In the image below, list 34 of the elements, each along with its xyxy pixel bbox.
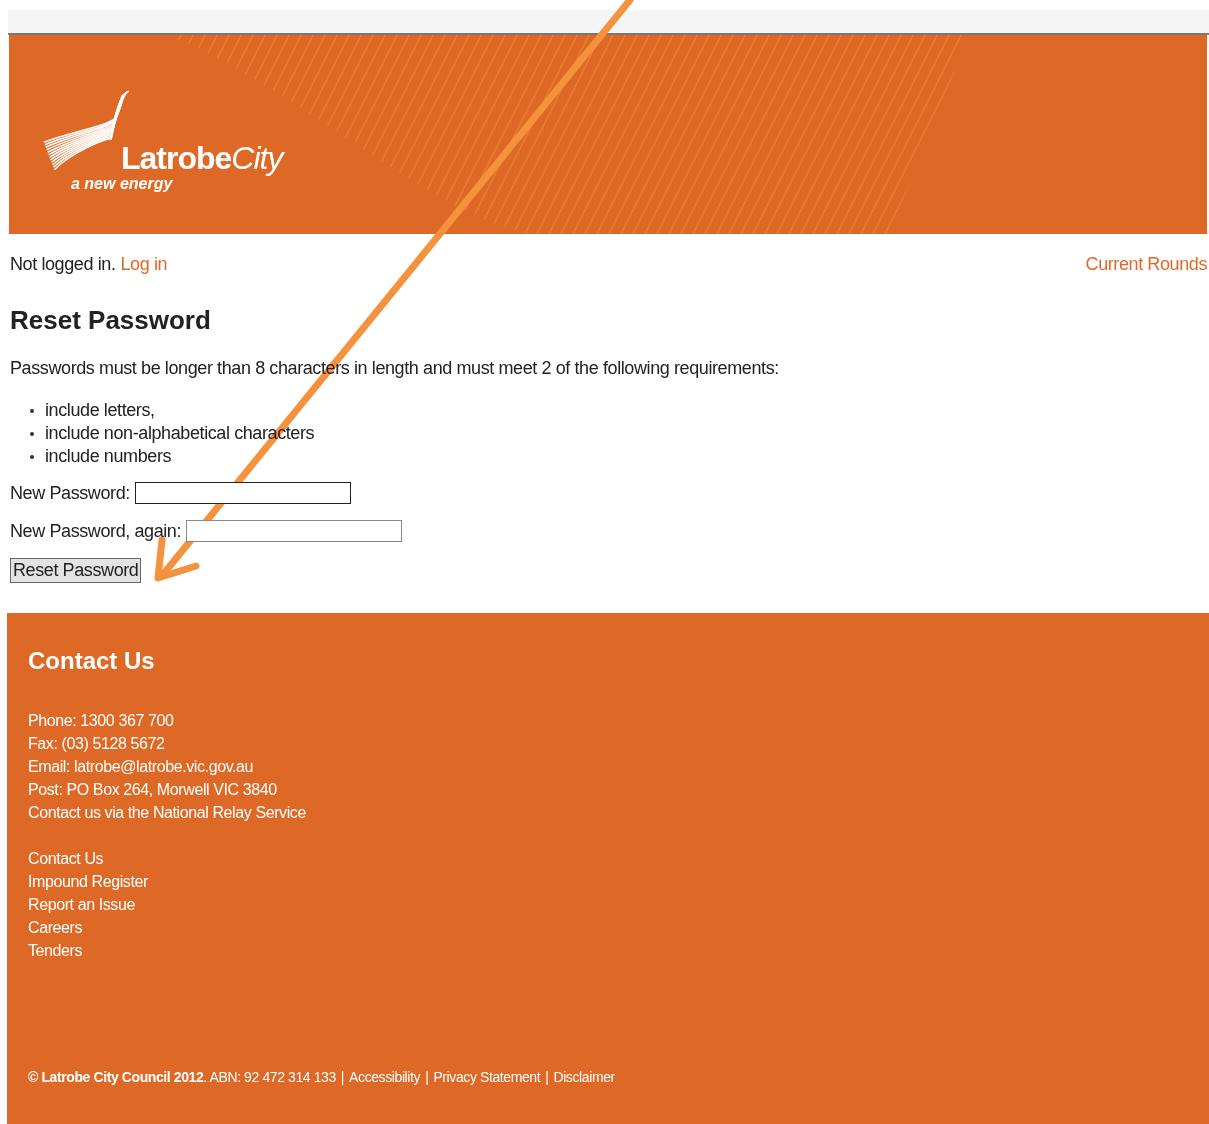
footer-link[interactable]: Careers xyxy=(28,916,83,939)
login-status: Not logged in. xyxy=(10,254,116,275)
separator: | xyxy=(545,1069,549,1085)
logo-tagline: a new energy xyxy=(71,175,174,193)
footer-link[interactable]: Privacy Statement xyxy=(433,1069,541,1085)
separator: | xyxy=(425,1069,429,1085)
footer-title: Contact Us xyxy=(28,647,156,675)
logo-wordmark: LatrobeCity xyxy=(121,140,283,177)
contact-line: Email: latrobe@latrobe.vic.gov.au xyxy=(28,757,254,777)
bullet-icon xyxy=(30,408,34,413)
contact-line: Contact us via the National Relay Service xyxy=(28,803,306,823)
footer-link[interactable]: Disclaimer xyxy=(553,1069,615,1085)
password-field[interactable] xyxy=(134,482,351,504)
field-label: New Password: xyxy=(10,482,130,504)
contact-line: Fax: (03) 5128 5672 xyxy=(28,734,165,754)
footer-link[interactable]: Contact Us xyxy=(28,847,104,870)
bullet-icon xyxy=(30,431,34,436)
footer-link[interactable]: Report an Issue xyxy=(28,893,135,916)
footer-link[interactable]: Accessibility xyxy=(349,1069,421,1085)
reset-password-button[interactable]: Reset Password xyxy=(10,558,142,583)
page-title: Reset Password xyxy=(10,305,212,336)
login-link[interactable]: Log in xyxy=(120,254,168,275)
footer-link[interactable]: Impound Register xyxy=(28,870,148,893)
field-label: New Password, again: xyxy=(10,520,182,542)
current-rounds-link[interactable]: Current Rounds xyxy=(1085,254,1207,275)
bullet-icon xyxy=(30,454,34,459)
separator: | xyxy=(340,1069,345,1085)
footer-link[interactable]: Tenders xyxy=(28,939,83,962)
password-field[interactable] xyxy=(186,520,403,542)
contact-line: Phone: 1300 367 700 xyxy=(28,711,174,731)
contact-line: Post: PO Box 264, Morwell VIC 3840 xyxy=(28,780,277,800)
copyright-text: © Latrobe City Council 2012. ABN: 92 472 314 133 xyxy=(28,1069,336,1085)
requirement-text: include letters, xyxy=(45,400,155,421)
requirement-text: include numbers xyxy=(45,446,172,467)
